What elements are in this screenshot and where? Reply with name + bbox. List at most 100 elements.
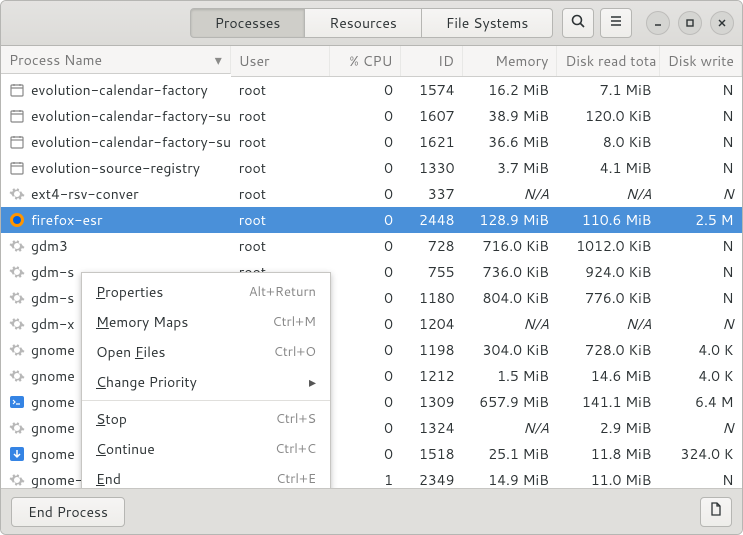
cell-user: root — [231, 103, 329, 129]
menu-button[interactable] — [600, 8, 632, 38]
tab-filesystems-label: File Systems — [446, 13, 528, 33]
cell-cpu: 0 — [329, 259, 401, 285]
cell-id: 1212 — [401, 363, 463, 389]
menu-accel: Ctrl+S — [276, 410, 316, 428]
cell-cpu: 0 — [329, 441, 401, 467]
cell-disk-write: 2.5 M — [659, 207, 741, 233]
process-icon — [9, 472, 25, 488]
table-row[interactable]: evolution-calendar-factory-subroot016073… — [1, 103, 742, 129]
table-row[interactable]: evolution-calendar-factory-subroot016213… — [1, 129, 742, 155]
maximize-icon — [685, 13, 695, 33]
end-process-label: End Process — [28, 502, 108, 522]
menu-accel: Ctrl+E — [276, 470, 316, 488]
cell-cpu: 0 — [329, 103, 401, 129]
table-row[interactable]: ext4-rsv-converroot0337N/AN/AN — [1, 181, 742, 207]
cell-memory: N/A — [463, 415, 557, 441]
cell-cpu: 0 — [329, 311, 401, 337]
cell-disk-read: 7.1 MiB — [557, 77, 660, 104]
cell-memory: 3.7 MiB — [463, 155, 557, 181]
cell-cpu: 0 — [329, 155, 401, 181]
close-icon — [717, 13, 727, 33]
menu-item-properties[interactable]: Properties Alt+Return — [82, 277, 330, 307]
cell-memory: 14.9 MiB — [463, 467, 557, 488]
process-icon — [9, 212, 25, 228]
end-process-button[interactable]: End Process — [11, 497, 125, 527]
table-row[interactable]: evolution-source-registryroot013303.7 Mi… — [1, 155, 742, 181]
tab-filesystems[interactable]: File Systems — [422, 8, 553, 38]
menu-item-end[interactable]: End Ctrl+E — [82, 464, 330, 488]
hamburger-icon — [608, 13, 624, 34]
process-details-button[interactable] — [700, 497, 732, 527]
col-header-disk-write[interactable]: Disk write — [659, 46, 741, 77]
cell-disk-read: 728.0 KiB — [557, 337, 660, 363]
cell-memory: 1.5 MiB — [463, 363, 557, 389]
cell-disk-read: N/A — [557, 181, 660, 207]
process-icon — [9, 82, 25, 98]
process-icon — [9, 108, 25, 124]
process-name: gnome — [31, 340, 75, 360]
cell-memory: 304.0 KiB — [463, 337, 557, 363]
document-icon — [708, 501, 724, 522]
table-row[interactable]: evolution-calendar-factoryroot0157416.2 … — [1, 77, 742, 104]
process-icon — [9, 264, 25, 280]
cell-id: 1324 — [401, 415, 463, 441]
process-name: ext4-rsv-conver — [31, 184, 139, 204]
menu-accel: Ctrl+C — [275, 440, 316, 458]
process-name: gnome — [31, 392, 75, 412]
cell-user: root — [231, 233, 329, 259]
process-name: firefox-esr — [31, 210, 102, 230]
menu-item-memory-maps[interactable]: Memory Maps Ctrl+M — [82, 307, 330, 337]
cell-id: 1309 — [401, 389, 463, 415]
col-header-id[interactable]: ID — [401, 46, 463, 77]
cell-disk-read: 776.0 KiB — [557, 285, 660, 311]
window-minimize-button[interactable] — [646, 11, 670, 35]
cell-disk-read: 110.6 MiB — [557, 207, 660, 233]
cell-disk-read: 924.0 KiB — [557, 259, 660, 285]
cell-memory: N/A — [463, 311, 557, 337]
col-header-memory[interactable]: Memory — [463, 46, 557, 77]
search-button[interactable] — [562, 8, 594, 38]
tab-processes[interactable]: Processes — [190, 8, 306, 38]
cell-id: 2349 — [401, 467, 463, 488]
menu-item-open-files[interactable]: Open Files Ctrl+O — [82, 337, 330, 367]
table-row[interactable]: gdm3root0728716.0 KiB1012.0 KiBN — [1, 233, 742, 259]
cell-memory: 736.0 KiB — [463, 259, 557, 285]
process-name: evolution-calendar-factory — [31, 80, 208, 100]
cell-name: firefox-esr — [1, 207, 231, 233]
col-header-user[interactable]: User — [231, 46, 329, 77]
process-icon — [9, 134, 25, 150]
process-icon — [9, 446, 25, 462]
menu-item-stop[interactable]: Stop Ctrl+S — [82, 404, 330, 434]
process-icon — [9, 316, 25, 332]
cell-cpu: 0 — [329, 77, 401, 104]
cell-cpu: 0 — [329, 415, 401, 441]
cell-name: gdm3 — [1, 233, 231, 259]
window-close-button[interactable] — [710, 11, 734, 35]
menu-label: Continue — [96, 439, 155, 459]
col-header-name[interactable]: Process Name▾ — [1, 46, 231, 74]
col-header-cpu[interactable]: % CPU — [329, 46, 401, 77]
cell-cpu: 0 — [329, 181, 401, 207]
process-icon — [9, 290, 25, 306]
process-icon — [9, 238, 25, 254]
col-header-disk-read[interactable]: Disk read tota — [557, 46, 660, 77]
table-row[interactable]: firefox-esrroot02448128.9 MiB110.6 MiB2.… — [1, 207, 742, 233]
process-table-wrap: Process Name▾ User % CPU ID Memory Disk … — [1, 46, 742, 488]
cell-disk-write: N — [659, 467, 741, 488]
window-maximize-button[interactable] — [678, 11, 702, 35]
cell-user: root — [231, 181, 329, 207]
menu-item-continue[interactable]: Continue Ctrl+C — [82, 434, 330, 464]
cell-disk-write: 324.0 K — [659, 441, 741, 467]
cell-user: root — [231, 129, 329, 155]
cell-name: evolution-source-registry — [1, 155, 231, 181]
cell-disk-read: N/A — [557, 311, 660, 337]
process-name: gnome — [31, 418, 75, 438]
process-name: gdm-x — [31, 314, 74, 334]
cell-cpu: 0 — [329, 233, 401, 259]
table-header-row: Process Name▾ User % CPU ID Memory Disk … — [1, 46, 742, 77]
headerbar: Processes Resources File Systems — [1, 1, 742, 46]
cell-cpu: 0 — [329, 363, 401, 389]
tab-resources[interactable]: Resources — [305, 8, 421, 38]
cell-disk-write: N — [659, 311, 741, 337]
menu-item-change-priority[interactable]: Change Priority ▸ — [82, 367, 330, 397]
